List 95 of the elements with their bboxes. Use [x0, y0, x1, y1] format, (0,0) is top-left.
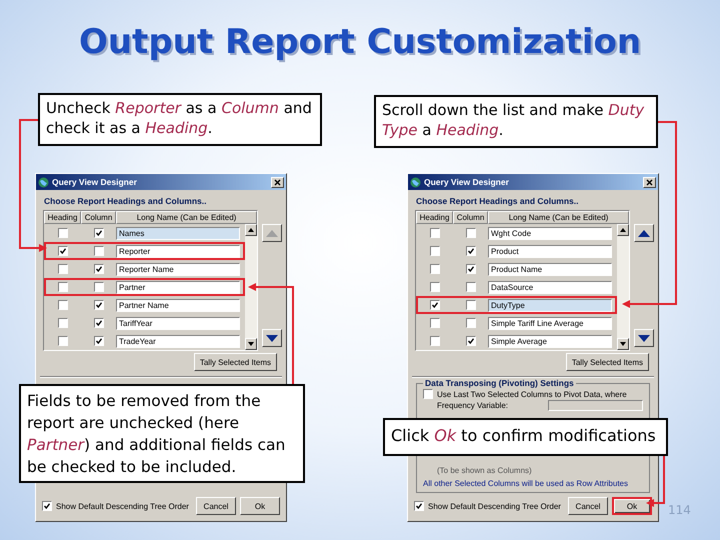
- close-icon: [646, 178, 653, 186]
- checkbox[interactable]: [423, 389, 433, 399]
- checkbox[interactable]: [466, 336, 476, 346]
- checkbox[interactable]: [58, 228, 68, 238]
- checkbox[interactable]: [58, 300, 68, 310]
- checkbox[interactable]: [430, 336, 440, 346]
- checkbox[interactable]: [94, 336, 104, 346]
- triangle-up-icon: [266, 230, 278, 236]
- checkbox[interactable]: [42, 501, 52, 511]
- name-field[interactable]: Partner Name: [116, 298, 240, 312]
- checkbox[interactable]: [58, 246, 68, 256]
- callout-text: Fields to be removed from the report are unchecked (here Partner) and additional fields can be checked to be included.: [19, 384, 305, 483]
- checkbox[interactable]: [466, 264, 476, 274]
- section-label: Choose Report Headings and Columns..: [416, 196, 580, 206]
- checkbox[interactable]: [430, 264, 440, 274]
- callout-text: Click Ok to confirm modifications: [383, 418, 668, 456]
- scrollbar[interactable]: [245, 224, 257, 350]
- cancel-button[interactable]: Cancel: [196, 497, 236, 515]
- triangle-down-icon: [266, 334, 278, 342]
- move-down-button[interactable]: [634, 329, 654, 347]
- scrollbar[interactable]: [617, 224, 629, 350]
- callout-arrow: [646, 456, 665, 507]
- checkbox[interactable]: [430, 300, 440, 310]
- column-header: Column: [453, 211, 488, 224]
- column-header: Heading: [44, 211, 81, 224]
- checkbox[interactable]: [430, 228, 440, 238]
- column-header: Long Name (Can be Edited): [488, 211, 629, 224]
- slide-title: Output Report Customization: [78, 22, 642, 62]
- close-icon: [274, 178, 281, 186]
- ok-button[interactable]: Ok: [612, 497, 652, 515]
- window-title: Query View Designer: [424, 177, 510, 187]
- checkbox[interactable]: [58, 264, 68, 274]
- tally-button[interactable]: Tally Selected Items: [194, 353, 277, 371]
- option-label: Use Last Two Selected Columns to Pivot Data, where: [437, 390, 627, 398]
- name-field[interactable]: Partner: [116, 280, 240, 294]
- checkbox[interactable]: [466, 228, 476, 238]
- name-field[interactable]: Wght Code: [488, 226, 612, 240]
- name-field[interactable]: TariffYear: [116, 316, 240, 330]
- name-field[interactable]: Reporter Name: [116, 262, 240, 276]
- ok-button[interactable]: Ok: [240, 497, 280, 515]
- field-label: Frequency Variable:: [437, 401, 508, 410]
- tally-button[interactable]: Tally Selected Items: [566, 353, 649, 371]
- name-field[interactable]: Simple Tariff Line Average: [488, 316, 612, 330]
- caret-up-icon: [620, 228, 626, 232]
- checkbox[interactable]: [466, 282, 476, 292]
- section-label: Choose Report Headings and Columns..: [44, 196, 208, 206]
- checkbox[interactable]: [58, 336, 68, 346]
- name-field[interactable]: DataSource: [488, 280, 612, 294]
- group-label: Data Transposing (Pivoting) Settings: [423, 378, 576, 388]
- move-up-button[interactable]: [634, 224, 654, 242]
- checkbox[interactable]: [58, 318, 68, 328]
- checkbox[interactable]: [94, 264, 104, 274]
- checkbox[interactable]: [94, 282, 104, 292]
- checkbox[interactable]: [58, 282, 68, 292]
- checkbox[interactable]: [466, 246, 476, 256]
- name-field[interactable]: DutyType: [488, 298, 612, 312]
- checkbox[interactable]: [430, 318, 440, 328]
- checkbox[interactable]: [466, 318, 476, 328]
- checkbox[interactable]: [430, 282, 440, 292]
- close-button[interactable]: [643, 176, 656, 188]
- name-field[interactable]: Product: [488, 244, 612, 258]
- checkbox[interactable]: [94, 318, 104, 328]
- column-header: Column: [81, 211, 116, 224]
- caret-down-icon: [248, 342, 254, 346]
- name-field[interactable]: TradeYear: [116, 334, 240, 348]
- callout-text: Scroll down the list and make Duty Type a Heading.: [374, 95, 658, 148]
- checkbox[interactable]: [466, 300, 476, 310]
- globe-icon: [38, 176, 49, 188]
- close-button[interactable]: [271, 176, 284, 188]
- globe-icon: [410, 176, 421, 188]
- checkbox[interactable]: [94, 228, 104, 238]
- name-field[interactable]: Reporter: [116, 244, 240, 258]
- window-title: Query View Designer: [52, 177, 138, 187]
- cancel-button[interactable]: Cancel: [568, 497, 608, 515]
- move-down-button[interactable]: [262, 329, 282, 347]
- caret-down-icon: [620, 342, 626, 346]
- checkbox[interactable]: [414, 501, 424, 511]
- checkbox-label: Show Default Descending Tree Order: [428, 502, 562, 510]
- page-number: 114: [668, 503, 691, 517]
- hint-text: (To be shown as Columns): [437, 466, 533, 475]
- triangle-down-icon: [638, 334, 650, 342]
- column-header: Heading: [416, 211, 453, 224]
- checkbox[interactable]: [94, 246, 104, 256]
- checkbox-label: Show Default Descending Tree Order: [56, 502, 190, 510]
- note-text: All other Selected Columns will be used as Row Attributes: [423, 479, 629, 488]
- name-field[interactable]: Names: [116, 226, 240, 240]
- column-header: Long Name (Can be Edited): [116, 211, 257, 224]
- callout-text: Uncheck Reporter as a Column and check it as a Heading.: [38, 93, 322, 146]
- triangle-up-icon: [638, 230, 650, 236]
- checkbox[interactable]: [94, 300, 104, 310]
- frequency-field[interactable]: [548, 400, 643, 411]
- name-field[interactable]: Simple Average: [488, 334, 612, 348]
- caret-up-icon: [248, 228, 254, 232]
- name-field[interactable]: Product Name: [488, 262, 612, 276]
- checkbox[interactable]: [430, 246, 440, 256]
